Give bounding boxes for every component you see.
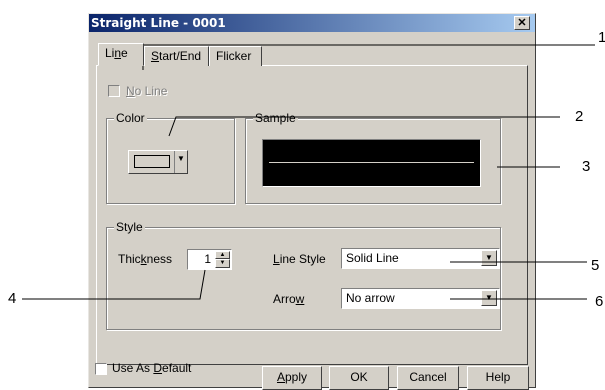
- callout-line-4: [22, 269, 206, 300]
- callout-6: 6: [595, 293, 604, 310]
- callout-4: 4: [8, 290, 17, 307]
- tab-line-label: Li: [105, 46, 115, 60]
- callout-2: 2: [575, 108, 584, 125]
- callout-3: 3: [582, 158, 591, 175]
- callout-lines: [22, 44, 595, 300]
- callout-1: 1: [598, 29, 605, 46]
- tab-line-label-rest: e: [121, 46, 128, 60]
- callout-line-1: [142, 44, 595, 70]
- callout-5: 5: [591, 257, 600, 274]
- callout-line-2: [168, 116, 560, 137]
- tab-line[interactable]: Line: [98, 43, 144, 66]
